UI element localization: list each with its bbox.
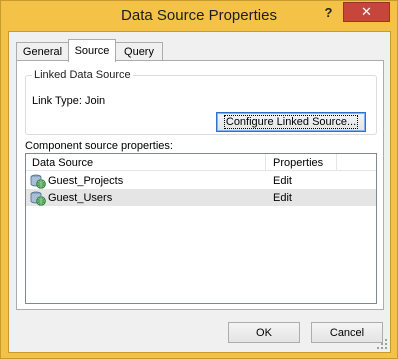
list-header: Data Source Properties [26, 154, 376, 171]
data-source-properties-dialog: Data Source Properties ? ✕ General Sourc… [0, 0, 398, 359]
resize-grip-icon[interactable] [377, 339, 388, 350]
linked-data-source-label: Linked Data Source [32, 69, 133, 81]
close-icon: ✕ [361, 4, 372, 19]
properties-edit-link[interactable]: Edit [273, 189, 292, 206]
help-button[interactable]: ? [315, 2, 342, 22]
source-tab-panel: Linked Data Source Link Type: Join Confi… [16, 60, 384, 310]
database-globe-icon [30, 191, 46, 206]
data-source-cell: Guest_Users [30, 189, 112, 206]
table-row[interactable]: Guest_Users Edit [26, 189, 376, 206]
configure-linked-source-label: Configure Linked Source... [223, 115, 359, 129]
data-source-cell: Guest_Projects [30, 172, 123, 189]
column-header-properties[interactable]: Properties [267, 154, 337, 171]
ok-button[interactable]: OK [228, 322, 300, 343]
dialog-client-area: General Source Query Linked Data Source … [8, 31, 391, 353]
component-source-properties-label: Component source properties: [25, 140, 173, 152]
properties-edit-link[interactable]: Edit [273, 172, 292, 189]
tab-source[interactable]: Source [68, 39, 116, 62]
linked-data-source-group: Linked Data Source Link Type: Join Confi… [25, 69, 377, 135]
configure-linked-source-button[interactable]: Configure Linked Source... [216, 112, 366, 132]
data-source-name: Guest_Projects [48, 174, 124, 187]
tab-general[interactable]: General [16, 42, 69, 61]
column-header-data-source[interactable]: Data Source [26, 154, 266, 171]
cancel-button[interactable]: Cancel [311, 322, 383, 343]
close-button[interactable]: ✕ [343, 2, 390, 22]
database-globe-icon [30, 174, 46, 189]
title-bar[interactable]: Data Source Properties ? ✕ [1, 1, 397, 31]
component-source-list[interactable]: Data Source Properties Guest_Projects Ed… [25, 153, 377, 304]
link-type-text: Link Type: Join [32, 95, 106, 107]
tab-query[interactable]: Query [115, 42, 163, 61]
table-row[interactable]: Guest_Projects Edit [26, 172, 376, 189]
data-source-name: Guest_Users [48, 191, 113, 204]
